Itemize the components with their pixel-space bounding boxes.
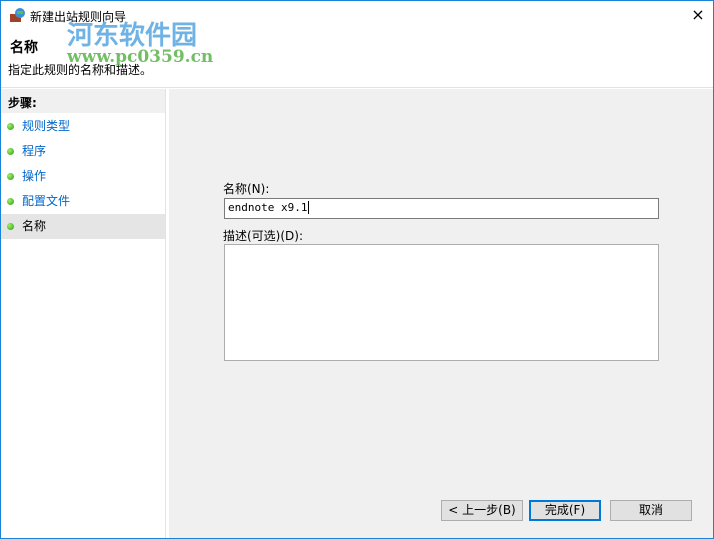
cancel-button[interactable]: 取消: [610, 500, 692, 521]
status-dot-icon: [7, 198, 14, 205]
firewall-icon: [10, 8, 25, 22]
watermark-url: www.pc0359.cn: [67, 47, 214, 67]
step-action[interactable]: 操作: [1, 164, 165, 189]
step-label: 程序: [22, 144, 47, 158]
wizard-window: 新建出站规则向导 × 名称 指定此规则的名称和描述。 河东软件园 www.pc0…: [0, 0, 714, 539]
step-rule-type[interactable]: 规则类型: [1, 114, 165, 139]
step-label: 规则类型: [22, 119, 71, 133]
finish-button[interactable]: 完成(F): [529, 500, 601, 521]
step-label: 配置文件: [22, 194, 71, 208]
name-label: 名称(N):: [223, 182, 270, 196]
status-dot-icon: [7, 173, 14, 180]
status-dot-icon: [7, 148, 14, 155]
step-label: 操作: [22, 169, 47, 183]
name-input[interactable]: endnote x9.1: [224, 198, 659, 219]
steps-pane: 步骤: 规则类型 程序 操作 配置文件 名称: [1, 89, 166, 538]
step-program[interactable]: 程序: [1, 139, 165, 164]
step-profile[interactable]: 配置文件: [1, 189, 165, 214]
close-button[interactable]: ×: [685, 3, 711, 27]
status-dot-icon: [7, 223, 14, 230]
description-textarea[interactable]: [224, 244, 659, 361]
description-label: 描述(可选)(D):: [223, 229, 304, 243]
steps-heading: 步骤:: [1, 89, 165, 113]
step-label: 名称: [22, 219, 47, 233]
status-dot-icon: [7, 123, 14, 130]
step-name[interactable]: 名称: [1, 214, 165, 239]
name-value: endnote x9.1: [228, 201, 308, 214]
divider: [1, 87, 713, 88]
back-button[interactable]: < 上一步(B): [441, 500, 523, 521]
page-title: 名称: [10, 40, 38, 56]
content-pane: 名称(N): endnote x9.1 描述(可选)(D): < 上一步(B) …: [169, 89, 713, 538]
